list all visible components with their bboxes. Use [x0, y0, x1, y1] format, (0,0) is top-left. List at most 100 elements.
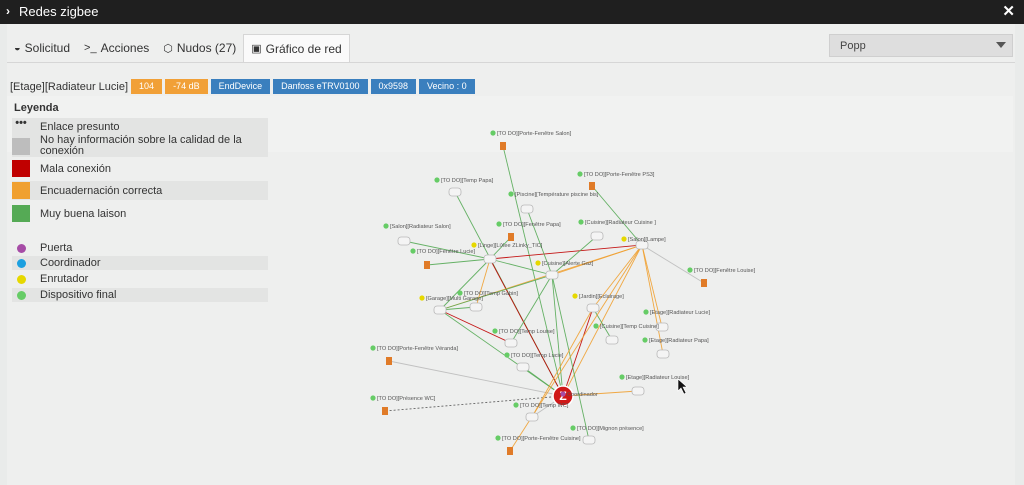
device-sensor-icon: [386, 357, 392, 365]
device-thermostat-icon: [448, 187, 462, 197]
graph-node[interactable]: [Salon][Lampe]: [621, 236, 666, 250]
node-status-dot: [490, 130, 496, 136]
device-thermostat-icon: [631, 386, 645, 396]
device-thermostat-icon: [656, 349, 670, 359]
graph-node[interactable]: [TO DO][Fenêtre Lucie]: [410, 248, 475, 269]
node-status-dot: [570, 425, 576, 431]
graph-node[interactable]: [TO DO][Fenêtre Louise]: [687, 267, 756, 287]
node-label: [Etage][Radiateur Lucie]: [650, 310, 710, 316]
device-thermostat-icon: [586, 303, 600, 313]
graph-node[interactable]: [TO DO][Porte-Fenêtre PS3]: [577, 171, 655, 190]
node-label: [Cuisine][Temp Cuisine]: [600, 324, 659, 330]
device-thermostat-icon: [590, 231, 604, 241]
device-thermostat-icon: [397, 236, 411, 246]
graph-link: [551, 235, 598, 276]
node-label: [Etage][Radiateur Papa]: [649, 338, 709, 344]
graph-node[interactable]: [Jardin][Eclairage]: [572, 293, 624, 313]
node-status-dot: [513, 402, 519, 408]
graph-node[interactable]: [Salon][Radiateur Salon]: [383, 223, 451, 246]
graph-node[interactable]: [TO DO][Porte-Fenêtre Cuisine]: [495, 435, 581, 455]
device-thermostat-icon: [483, 254, 497, 264]
device-sensor-icon: [382, 407, 388, 415]
graph-link: [641, 244, 705, 284]
device-sensor-icon: [589, 182, 595, 190]
node-status-dot: [495, 435, 501, 441]
graph-link: [426, 258, 491, 266]
node-status-dot: [457, 290, 463, 296]
device-thermostat-icon: [520, 204, 534, 214]
node-status-dot: [508, 191, 514, 197]
node-status-dot: [410, 248, 416, 254]
node-status-dot: [642, 337, 648, 343]
node-label: [TO DO][Temp Gabin]: [464, 291, 518, 297]
node-label: [Piscine][Température piscine bis]: [515, 192, 599, 198]
graph-node[interactable]: [TO DO][Temp Papa]: [434, 177, 494, 197]
graph-node[interactable]: [TO DO][Temp WC]: [513, 402, 569, 422]
graph-node[interactable]: [TO DO][Porte-Fenêtre Salon]: [490, 130, 572, 150]
graph-link: [388, 360, 564, 397]
node-label: [Salon][Radiateur Salon]: [390, 224, 451, 230]
graph-node[interactable]: [Etage][Radiateur Papa]: [642, 337, 709, 359]
node-status-dot: [492, 328, 498, 334]
device-thermostat-icon: [545, 270, 559, 280]
node-label: [Salon][Lampe]: [628, 237, 666, 243]
node-label: Coordinador: [567, 392, 598, 398]
node-status-dot: [383, 223, 389, 229]
node-label: [TO DO][Porte-Fenêtre Salon]: [497, 131, 572, 137]
node-status-dot: [619, 374, 625, 380]
node-label: [TO DO][Porte-Fenêtre Véranda]: [377, 346, 458, 352]
node-status-dot: [560, 391, 566, 397]
node-status-dot: [471, 242, 477, 248]
node-label: [Jardin][Eclairage]: [579, 294, 624, 300]
device-thermostat-icon: [605, 335, 619, 345]
device-thermostat-icon: [504, 338, 518, 348]
graph-link: [439, 309, 512, 344]
node-label: [TO DO][Fenêtre Louise]: [694, 268, 756, 274]
node-label: [TO DO][Porte-Fenêtre PS3]: [584, 172, 655, 178]
graph-node[interactable]: [TO DO][Mignon présence]: [570, 425, 644, 445]
graph-node[interactable]: [TO DO][Porte-Fenêtre Véranda]: [370, 345, 458, 365]
node-status-dot: [577, 171, 583, 177]
node-status-dot: [504, 352, 510, 358]
network-graph[interactable]: ZCoordinador[TO DO][Porte-Fenêtre Salon]…: [0, 0, 1024, 485]
graph-node[interactable]: [TO DO][Fenêtre Papa]: [496, 221, 561, 241]
node-label: [TO DO][Fenêtre Lucie]: [417, 249, 475, 255]
node-label: [TO DO][Mignon présence]: [577, 426, 644, 432]
node-status-dot: [370, 395, 376, 401]
device-sensor-icon: [424, 261, 430, 269]
node-status-dot: [496, 221, 502, 227]
device-thermostat-icon: [582, 435, 596, 445]
node-status-dot: [643, 309, 649, 315]
node-label: [Etage][Radiateur Louise]: [626, 375, 690, 381]
node-label: [TO DO][Présence WC]: [377, 396, 436, 402]
graph-node[interactable]: [Piscine][Température piscine bis]: [508, 191, 599, 214]
node-status-dot: [593, 323, 599, 329]
node-label: [TO DO][Fenêtre Papa]: [503, 222, 561, 228]
node-status-dot: [687, 267, 693, 273]
node-label: [Cuisine][Radiateur Cuisine ]: [585, 220, 656, 226]
device-thermostat-icon: [525, 412, 539, 422]
node-status-dot: [370, 345, 376, 351]
node-status-dot: [572, 293, 578, 299]
device-sensor-icon: [500, 142, 506, 150]
device-thermostat-icon: [433, 305, 447, 315]
device-thermostat-icon: [469, 302, 483, 312]
device-sensor-icon: [507, 447, 513, 455]
cursor-icon: [677, 378, 688, 395]
node-label: [TO DO][Porte-Fenêtre Cuisine]: [502, 436, 581, 442]
node-label: [TO DO][Temp Papa]: [441, 178, 494, 184]
graph-node[interactable]: [TO DO][Présence WC]: [370, 395, 436, 415]
node-status-dot: [621, 236, 627, 242]
node-label: [TO DO][Temp Lucie]: [511, 353, 564, 359]
graph-link: [562, 307, 594, 397]
device-sensor-icon: [701, 279, 707, 287]
node-label: [Cuisine][Alerte Gaz]: [542, 261, 594, 267]
node-label: [TO DO][Temp WC]: [520, 403, 569, 409]
device-thermostat-icon: [516, 362, 530, 372]
node-status-dot: [434, 177, 440, 183]
node-status-dot: [578, 219, 584, 225]
graph-node[interactable]: [TO DO][Temp Louise]: [492, 328, 555, 348]
node-status-dot: [419, 295, 425, 301]
node-label: [Linge][LiXee ZLinky_TIC]: [478, 243, 543, 249]
node-status-dot: [535, 260, 541, 266]
